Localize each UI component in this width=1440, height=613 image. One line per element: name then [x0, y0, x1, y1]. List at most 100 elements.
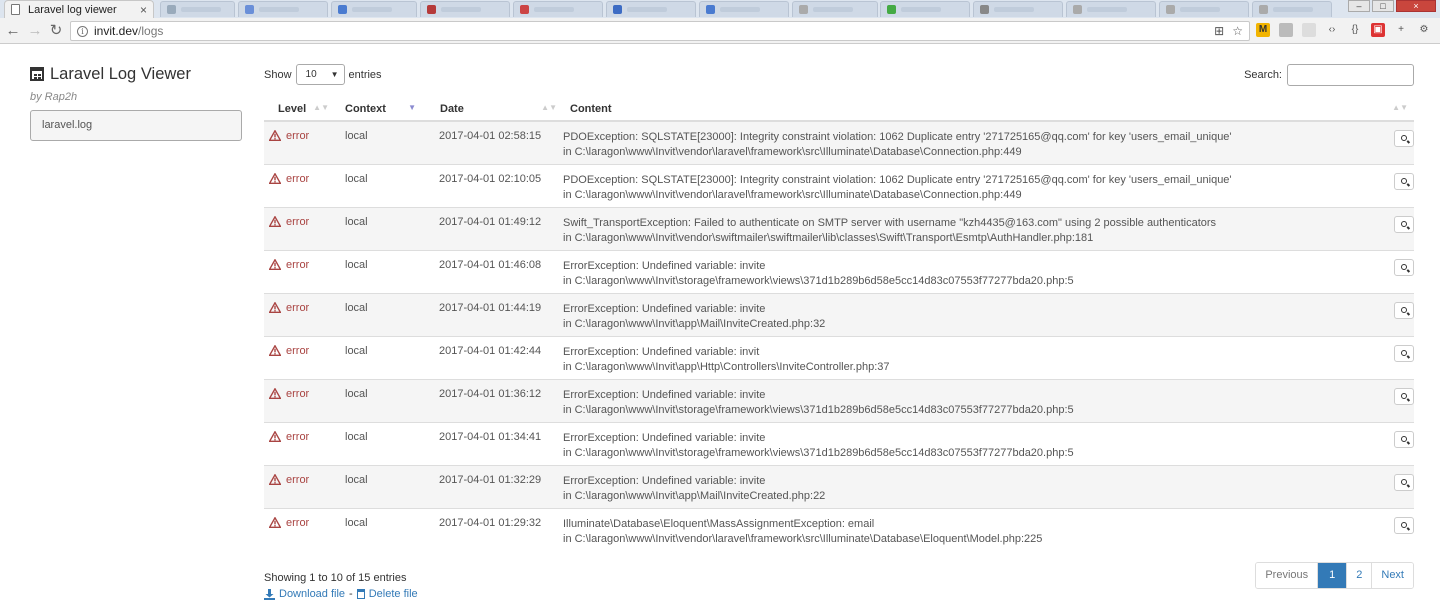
browser-tab[interactable]	[331, 1, 417, 17]
extension-red-icon[interactable]: ▣	[1371, 23, 1385, 37]
warning-icon	[269, 215, 281, 227]
log-location: in C:\laragon\www\Invit\vendor\swiftmail…	[563, 231, 1094, 244]
table-controls: Show 10 ▼ entries Search:	[264, 62, 1414, 86]
close-icon[interactable]: ×	[140, 3, 147, 17]
expand-stack-button[interactable]	[1394, 172, 1414, 190]
pagination-next[interactable]: Next	[1372, 563, 1413, 588]
info-icon[interactable]: i	[77, 25, 88, 37]
url-path: /logs	[138, 24, 164, 38]
link-separator: -	[349, 588, 353, 600]
browser-tab[interactable]	[973, 1, 1063, 17]
log-location: in C:\laragon\www\Invit\storage\framewor…	[563, 446, 1074, 459]
context-value: local	[345, 130, 368, 142]
table-row: error local 2017-04-01 01:29:32 Illumina…	[264, 507, 1414, 551]
expand-stack-button[interactable]	[1394, 344, 1414, 362]
back-arrow-icon[interactable]: ←	[4, 22, 22, 40]
header-label: Date	[440, 103, 464, 115]
table-row: error local 2017-04-01 01:34:41 ErrorExc…	[264, 421, 1414, 465]
cell-date: 2017-04-01 01:42:44	[422, 335, 563, 379]
expand-stack-button[interactable]	[1394, 430, 1414, 448]
warning-icon	[269, 430, 281, 442]
page-title: Laravel Log Viewer	[30, 62, 242, 86]
browser-tab[interactable]	[1252, 1, 1332, 17]
gear-icon[interactable]: ⚙	[1417, 23, 1431, 37]
column-header-level[interactable]: Level ▲▼	[264, 98, 335, 122]
date-value: 2017-04-01 01:49:12	[439, 215, 542, 228]
expand-stack-button[interactable]	[1394, 387, 1414, 405]
cell-content: ErrorException: Undefined variable: invi…	[563, 249, 1414, 293]
code-icon[interactable]: ‹›	[1325, 23, 1339, 37]
forward-arrow-icon[interactable]: →	[26, 22, 44, 40]
delete-file-link[interactable]: Delete file	[369, 588, 418, 600]
extension-square-icon[interactable]	[1302, 23, 1316, 37]
url-input[interactable]: i invit.dev/logs ⊞ ☆	[70, 21, 1250, 41]
browser-tab-active[interactable]: Laravel log viewer ×	[4, 0, 154, 18]
magnifier-icon	[1401, 177, 1407, 184]
browser-tab[interactable]	[420, 1, 510, 17]
magnifier-icon	[1401, 349, 1407, 356]
browser-tab[interactable]	[699, 1, 789, 17]
browser-tab[interactable]	[792, 1, 878, 17]
log-file-item[interactable]: laravel.log	[30, 110, 242, 141]
sort-icon: ▲▼	[1392, 103, 1408, 112]
log-message: ErrorException: Undefined variable: invi…	[563, 345, 760, 358]
cell-date: 2017-04-01 01:34:41	[422, 421, 563, 465]
column-header-context[interactable]: Context ▼	[335, 98, 422, 122]
cell-level: error	[264, 163, 335, 207]
cell-date: 2017-04-01 02:58:15	[422, 120, 563, 164]
extension-m-icon[interactable]: M	[1256, 23, 1270, 37]
expand-stack-button[interactable]	[1394, 130, 1414, 147]
braces-icon[interactable]: {}	[1348, 23, 1362, 37]
browser-tab[interactable]	[880, 1, 970, 17]
cell-content: PDOException: SQLSTATE[23000]: Integrity…	[563, 163, 1414, 207]
pagination-page-1[interactable]: 1	[1318, 563, 1348, 588]
expand-stack-button[interactable]	[1394, 516, 1414, 534]
extension-toolbar: M ‹› {} ▣ + ⚙ ⋮	[1256, 23, 1440, 37]
pagination-previous[interactable]: Previous	[1256, 563, 1319, 588]
document-icon	[11, 4, 20, 15]
log-message: ErrorException: Undefined variable: invi…	[563, 431, 766, 444]
expand-stack-button[interactable]	[1394, 215, 1414, 233]
address-bar: ← → ↻ i invit.dev/logs ⊞ ☆ M ‹› {} ▣ + ⚙…	[0, 18, 1440, 44]
translate-icon[interactable]: ⊞	[1214, 24, 1224, 38]
search-input[interactable]	[1287, 64, 1414, 86]
log-location: in C:\laragon\www\Invit\app\Http\Control…	[563, 360, 890, 373]
reload-icon[interactable]: ↻	[47, 22, 65, 40]
browser-tab[interactable]	[238, 1, 328, 17]
level-label: error	[286, 172, 310, 185]
star-icon[interactable]: ☆	[1232, 24, 1243, 38]
browser-tab[interactable]	[606, 1, 696, 17]
browser-tab[interactable]	[160, 1, 235, 17]
extension-gray-icon[interactable]	[1279, 23, 1293, 37]
maximize-button[interactable]: □	[1372, 0, 1394, 12]
download-file-link[interactable]: Download file	[279, 588, 345, 600]
browser-tab[interactable]	[1066, 1, 1156, 17]
log-message: Swift_TransportException: Failed to auth…	[563, 216, 1217, 229]
cell-context: local	[335, 378, 422, 422]
pagination-page-2[interactable]: 2	[1347, 563, 1373, 588]
cell-context: local	[335, 507, 422, 551]
cell-level: error	[264, 335, 335, 379]
expand-stack-button[interactable]	[1394, 473, 1414, 491]
magnifier-icon	[1401, 263, 1407, 270]
column-header-content[interactable]: Content ▲▼	[563, 98, 1414, 122]
magnifier-icon	[1401, 135, 1407, 141]
browser-tab[interactable]	[1159, 1, 1249, 17]
crosshair-icon[interactable]: +	[1394, 23, 1408, 37]
minimize-button[interactable]: –	[1348, 0, 1370, 12]
warning-icon	[269, 473, 281, 485]
window-close-button[interactable]: ×	[1396, 0, 1436, 12]
cell-content: ErrorException: Undefined variable: invi…	[563, 421, 1414, 465]
context-value: local	[345, 516, 368, 529]
cell-level: error	[264, 249, 335, 293]
expand-stack-button[interactable]	[1394, 258, 1414, 276]
expand-stack-button[interactable]	[1394, 301, 1414, 319]
page-length-select[interactable]: 10 ▼	[295, 64, 345, 85]
magnifier-icon	[1401, 306, 1407, 313]
level-label: error	[286, 387, 310, 400]
column-header-date[interactable]: Date ▲▼	[422, 98, 563, 122]
date-value: 2017-04-01 01:29:32	[439, 516, 542, 529]
cell-level: error	[264, 206, 335, 250]
browser-tab[interactable]	[513, 1, 603, 17]
cell-content: ErrorException: Undefined variable: invi…	[563, 464, 1414, 508]
